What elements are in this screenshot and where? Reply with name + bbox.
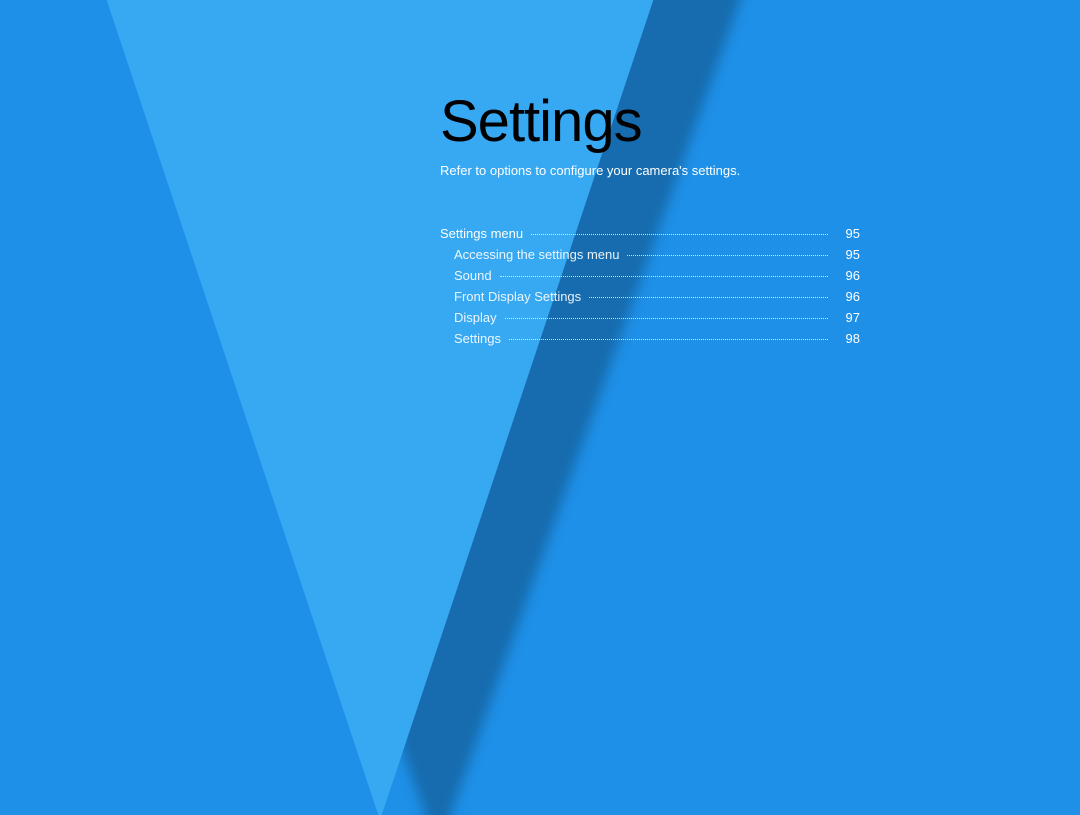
toc-item-page: 97 [836,310,860,325]
toc-item-row: Display 97 [440,310,860,325]
toc-item-page: 98 [836,331,860,346]
page-title: Settings [440,88,860,155]
toc-leader-dots [505,318,828,319]
page-subtitle: Refer to options to configure your camer… [440,163,860,178]
toc-item-label: Settings [440,331,501,346]
toc-item-row: Front Display Settings 96 [440,289,860,304]
toc-item-row: Sound 96 [440,268,860,283]
toc-section-label: Settings menu [440,226,523,241]
toc-leader-dots [509,339,828,340]
toc-item-page: 96 [836,289,860,304]
toc-section-page: 95 [836,226,860,241]
toc-leader-dots [627,255,828,256]
settings-chapter-page: Settings Refer to options to configure y… [0,0,1080,815]
toc-item-row: Accessing the settings menu 95 [440,247,860,262]
toc-item-label: Accessing the settings menu [440,247,619,262]
toc-section-row: Settings menu 95 [440,226,860,241]
toc-item-page: 95 [836,247,860,262]
toc-item-label: Front Display Settings [440,289,581,304]
toc-item-label: Display [440,310,497,325]
toc-leader-dots [531,234,828,235]
content-block: Settings Refer to options to configure y… [440,88,860,352]
toc-leader-dots [589,297,828,298]
table-of-contents: Settings menu 95 Accessing the settings … [440,226,860,346]
toc-item-page: 96 [836,268,860,283]
toc-leader-dots [500,276,828,277]
toc-item-row: Settings 98 [440,331,860,346]
toc-item-label: Sound [440,268,492,283]
